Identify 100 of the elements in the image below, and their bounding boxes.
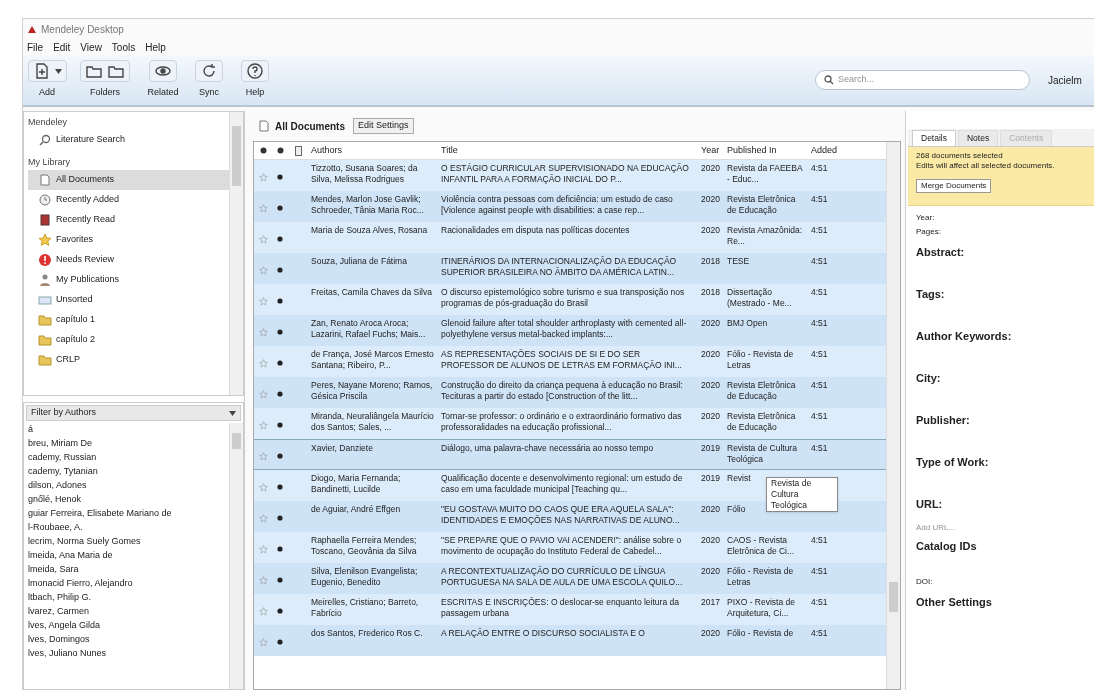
author-item[interactable]: cademy, Tytanian [28, 465, 229, 479]
author-item[interactable]: lmeida, Sara [28, 563, 229, 577]
menu-item[interactable]: Tools [111, 39, 136, 55]
document-row[interactable]: Zan, Renato Aroca Aroca; Lazarini, Rafael Fuchs; Mais... Glenoid failure after total shoulder arthroplasty with cemented all-polyethylene versus metal-backed implants:... 2020 BMJ Open 4:51 [254, 315, 886, 346]
star-outline-icon[interactable] [258, 327, 268, 337]
document-row[interactable]: dos Santos, Frederico Ros C. A RELAÇÃO ENTRE O DISCURSO SOCIALISTA E O 2020 Fólio - Revista de 4:51 [254, 625, 886, 656]
document-row[interactable] [254, 377, 886, 408]
document-row[interactable]: Tizzotto, Susana Soares; da Silva, Melissa Rodrigues O ESTÁGIO CURRICULAR SUPERVISIONADO NA EDUCAÇÃO INFANTIL PARA A FORMAÇÃO INICIAL DO P... 2020 Revista da FAEEBA - Educ... 4:51 [254, 160, 886, 191]
toolbar-button[interactable]: Sync [189, 60, 229, 100]
read-column-icon[interactable] [276, 147, 284, 154]
unread-dot-icon[interactable] [277, 174, 283, 180]
author-item[interactable]: lves, Juliano Nunes [28, 647, 229, 661]
tab[interactable]: Details [912, 130, 956, 146]
unread-dot-icon[interactable] [277, 298, 283, 304]
document-row[interactable]: Souza, Juliana de Fátima ITINERÁRIOS DA INTERNACIONALIZAÇÃO DA EDUCAÇÃO SUPERIOR BRASILEIRA NO ÂMBITO DA AMÉRICA LATIN... 2018 TESE 4:51 [254, 253, 886, 284]
scrollbar[interactable] [229, 112, 243, 395]
unread-dot-icon[interactable] [277, 484, 283, 490]
star-outline-icon[interactable] [258, 265, 268, 275]
unread-dot-icon[interactable] [277, 391, 283, 397]
star-outline-icon[interactable] [258, 420, 268, 430]
sidebar-item[interactable]: My Publications [28, 270, 229, 290]
star-outline-icon[interactable] [258, 296, 268, 306]
column-header[interactable]: Published In [724, 143, 808, 158]
menu-item[interactable]: Edit [53, 39, 71, 55]
sidebar-item[interactable]: capítulo 1 [28, 310, 229, 330]
author-item[interactable]: lves, Domingos [28, 633, 229, 647]
unread-dot-icon[interactable] [277, 639, 283, 645]
column-header[interactable]: Year [698, 143, 724, 158]
author-item[interactable]: lvarez, Carmen [28, 605, 229, 619]
column-header[interactable]: Added [808, 143, 852, 158]
sidebar-item[interactable]: All Documents [28, 170, 229, 190]
author-item[interactable]: dilson, Adones [28, 479, 229, 493]
author-item[interactable]: cademy, Russian [28, 451, 229, 465]
document-row[interactable] [254, 532, 886, 563]
unread-dot-icon[interactable] [277, 205, 283, 211]
sidebar-item[interactable]: Recently Added [28, 190, 229, 210]
star-outline-icon[interactable] [258, 513, 268, 523]
unread-dot-icon[interactable] [277, 236, 283, 242]
attachment-column-icon[interactable] [294, 145, 302, 156]
document-row[interactable]: Silva, Elenilson Evangelista; Eugenio, Benedito A RECONTEXTUALIZAÇÃO DO CURRÍCULO DE LÍNGUA PORTUGUESA NA SALA DE AULA DE UMA ESCOLA QUILO... 2020 Fólio - Revista de Letras 4:51 [254, 563, 886, 594]
star-column-icon[interactable] [259, 147, 267, 154]
unread-dot-icon[interactable] [277, 360, 283, 366]
unread-dot-icon[interactable] [277, 608, 283, 614]
unread-dot-icon[interactable] [277, 267, 283, 273]
author-item[interactable]: ltbach, Philip G. [28, 591, 229, 605]
toolbar-button[interactable]: Help [235, 60, 275, 100]
author-item[interactable]: guiar Ferreira, Elisabete Mariano de [28, 507, 229, 521]
star-outline-icon[interactable] [258, 544, 268, 554]
sidebar-item[interactable]: Literature Search [28, 130, 229, 150]
sidebar-item[interactable]: Needs Review [28, 250, 229, 270]
star-outline-icon[interactable] [258, 203, 268, 213]
star-outline-icon[interactable] [258, 606, 268, 616]
unread-dot-icon[interactable] [277, 515, 283, 521]
search-bar[interactable]: Search... [815, 70, 1030, 90]
filter-dropdown[interactable]: Filter by Authors [26, 405, 241, 421]
menu-item[interactable]: File [27, 39, 44, 55]
document-row[interactable]: Maria de Souza Alves, Rosana Racionalidades em disputa nas políticas docentes 2020 Revista Amazônida: Re... 4:51 [254, 222, 886, 253]
document-row[interactable]: Xavier, Danziete Diálogo, uma palavra-chave necessária ao nosso tempo 2019 Revista de Cultura Teológica 4:51 [254, 439, 886, 470]
sidebar-item[interactable]: Recently Read [28, 210, 229, 230]
star-outline-icon[interactable] [258, 575, 268, 585]
scrollbar[interactable] [229, 423, 243, 689]
author-item[interactable]: lmeida, Ana Maria de [28, 549, 229, 563]
menu-item[interactable]: View [80, 39, 102, 55]
tab[interactable]: Notes [958, 130, 999, 146]
star-outline-icon[interactable] [258, 389, 268, 399]
author-item[interactable]: gnőlé, Henok [28, 493, 229, 507]
author-item[interactable]: breu, Miriam De [28, 437, 229, 451]
unread-dot-icon[interactable] [277, 546, 283, 552]
document-row[interactable]: Meirelles, Cristiano; Barreto, Fabrício ESCRITAS E INSCRIÇÕES: O deslocar-se enquanto leitura da passagem urbana 2017 PIXO - Revista de Arquitetura, Ci... 4:51 [254, 594, 886, 625]
star-outline-icon[interactable] [258, 234, 268, 244]
search-field[interactable]: Search... [838, 73, 1021, 87]
author-item[interactable]: lmonacid Fierro, Alejandro [28, 577, 229, 591]
unread-dot-icon[interactable] [277, 329, 283, 335]
unread-dot-icon[interactable] [277, 577, 283, 583]
document-row[interactable]: Freitas, Camila Chaves da Silva O discurso epistemológico sobre turismo e sua transposição nos programas de pós-graduação do Brasil 2018 Dissertação (Mestrado - Me... 4:51 [254, 284, 886, 315]
sidebar-item[interactable]: CRLP [28, 350, 229, 370]
star-outline-icon[interactable] [258, 358, 268, 368]
column-header[interactable]: Authors [308, 143, 438, 158]
unread-dot-icon[interactable] [277, 422, 283, 428]
sidebar-item[interactable]: capítulo 2 [28, 330, 229, 350]
toolbar-button[interactable]: Folders [73, 60, 137, 100]
sidebar-item[interactable]: Favorites [28, 230, 229, 250]
star-outline-icon[interactable] [258, 482, 268, 492]
star-outline-icon[interactable] [258, 637, 268, 647]
document-row[interactable] [254, 408, 886, 439]
scrollbar[interactable] [886, 142, 900, 689]
document-row[interactable]: de França, José Marcos Ernesto Santana; Ribeiro, P... AS REPRESENTAÇÕES SOCIAIS DE SI E DO SER PROFESSOR DE ALUNOS DE LETRAS EM FORMAÇÃO INI... 2020 Fólio - Revista de Letras 4:51 [254, 346, 886, 377]
author-item[interactable]: lecrim, Norma Suely Gomes [28, 535, 229, 549]
star-outline-icon[interactable] [258, 172, 268, 182]
star-outline-icon[interactable] [258, 451, 268, 461]
user-name[interactable]: Jacielm [1048, 72, 1090, 88]
column-header[interactable]: Title [438, 143, 698, 158]
menu-item[interactable]: Help [145, 39, 166, 55]
toolbar-button[interactable]: Related [143, 60, 183, 100]
edit-settings-button[interactable]: Edit Settings [353, 118, 414, 134]
merge-documents-button[interactable]: Merge Documents [916, 179, 992, 193]
author-item[interactable]: lves, Angela Gilda [28, 619, 229, 633]
sidebar-item[interactable]: Unsorted [28, 290, 229, 310]
document-row[interactable] [254, 191, 886, 222]
unread-dot-icon[interactable] [277, 453, 283, 459]
